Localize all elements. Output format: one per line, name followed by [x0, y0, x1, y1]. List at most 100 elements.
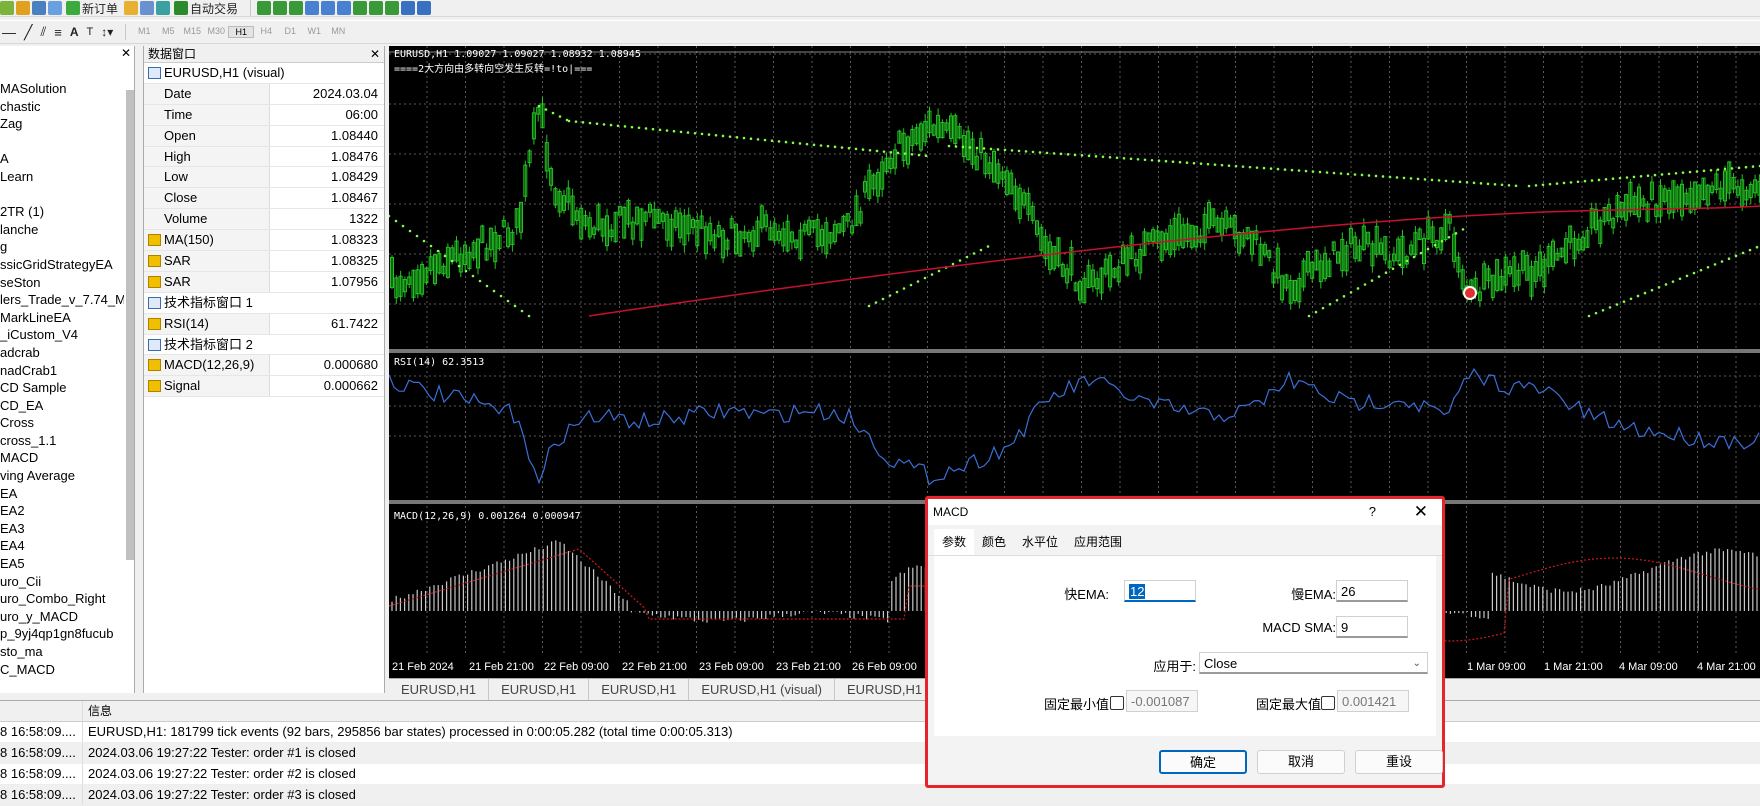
log-row[interactable]: 8 16:58:09.... 2024.03.06 19:27:22 Tester… [0, 785, 1760, 806]
log-row[interactable]: 8 16:58:09.... 2024.03.06 19:27:22 Tester… [0, 764, 1760, 785]
profiles-icon[interactable] [16, 1, 30, 15]
log-row[interactable]: 8 16:58:09.... EURUSD,H1: 181799 tick eve… [0, 722, 1760, 743]
navigator-icon[interactable] [32, 1, 46, 15]
timeframe-h1-button[interactable]: H1 [228, 26, 255, 38]
navigator-item[interactable] [0, 186, 124, 204]
navigator-item[interactable]: MACD [0, 449, 124, 467]
periods-icon[interactable] [401, 1, 416, 15]
navigator-item[interactable]: cross_1.1 [0, 432, 124, 450]
cancel-button[interactable]: 取消 [1257, 750, 1345, 774]
bar-chart-icon[interactable] [257, 1, 272, 15]
navigator-item[interactable]: p_9yj4qp1gn8fucub [0, 625, 124, 643]
timeframe-m15-button[interactable]: M15 [180, 26, 204, 38]
log-msg-header[interactable]: 信息 [83, 701, 1760, 721]
navigator-item[interactable]: Zag [0, 115, 124, 133]
timeframe-d1-button[interactable]: D1 [278, 26, 302, 38]
timeframe-mn-button[interactable]: MN [326, 26, 350, 38]
navigator-item[interactable]: MarkLineEA [0, 309, 124, 327]
navigator-item[interactable]: EA2 [0, 502, 124, 520]
text-label-icon[interactable]: T [85, 23, 96, 41]
navigator-item[interactable]: ssicGridStrategyEA [0, 256, 124, 274]
timeframe-m30-button[interactable]: M30 [204, 26, 228, 38]
navigator-item[interactable]: chastic [0, 98, 124, 116]
channel-icon[interactable]: ⫽ [38, 23, 48, 41]
navigator-item[interactable]: EA [0, 485, 124, 503]
slow-ema-input[interactable]: 26 [1336, 580, 1408, 602]
navigator-item[interactable]: seSton [0, 274, 124, 292]
close-icon[interactable]: ✕ [121, 46, 131, 60]
navigator-item[interactable]: lanche [0, 221, 124, 239]
timeframe-m5-button[interactable]: M5 [156, 26, 180, 38]
dialog-tab[interactable]: 参数 [934, 529, 975, 555]
navigator-item[interactable]: Learn [0, 168, 124, 186]
zoom-in-icon[interactable] [305, 1, 320, 15]
line-chart-icon[interactable] [289, 1, 304, 15]
signals-icon[interactable] [140, 1, 155, 15]
arrows-icon[interactable]: ↕▾ [99, 23, 115, 41]
close-icon[interactable]: ✕ [370, 46, 380, 62]
new-chart-icon[interactable] [0, 1, 14, 15]
navigator-item[interactable]: g [0, 238, 124, 256]
scroll-end-icon[interactable] [353, 1, 368, 15]
log-time-header[interactable] [0, 701, 83, 721]
chart-tab[interactable]: EURUSD,H1 [389, 679, 490, 701]
navigator-item[interactable] [0, 133, 124, 151]
navigator-item[interactable]: EA3 [0, 520, 124, 538]
templates-icon[interactable] [417, 1, 432, 15]
navigator-item[interactable]: uro_y_MACD [0, 608, 124, 626]
indicators-icon[interactable] [385, 1, 400, 15]
chart-tab[interactable]: EURUSD,H1 [489, 679, 590, 701]
navigator-item[interactable]: 2TR (1) [0, 203, 124, 221]
navigator-item[interactable]: EA5 [0, 555, 124, 573]
reset-button[interactable]: 重设 [1355, 750, 1443, 774]
navigator-item[interactable]: CD Sample [0, 379, 124, 397]
tile-windows-icon[interactable] [337, 1, 352, 15]
fixed-max-checkbox[interactable] [1321, 696, 1335, 710]
navigator-item[interactable]: MASolution [0, 80, 124, 98]
market-icon[interactable] [156, 1, 171, 15]
auto-trading-button[interactable]: 自动交易 [172, 0, 240, 17]
navigator-item[interactable]: EA4 [0, 537, 124, 555]
trendline-icon[interactable]: ╱ [22, 23, 34, 41]
navigator-item[interactable]: ving Average [0, 467, 124, 485]
fixed-min-checkbox[interactable] [1110, 696, 1124, 710]
help-icon[interactable]: ? [1369, 499, 1376, 525]
chart-tab[interactable]: EURUSD,H1 [589, 679, 690, 701]
dialog-tab[interactable]: 应用范围 [1066, 529, 1130, 555]
navigator-scrollbar[interactable] [126, 90, 134, 560]
meta-editor-icon[interactable] [124, 1, 139, 15]
terminal-icon[interactable] [48, 1, 62, 15]
navigator-item[interactable]: adcrab [0, 344, 124, 362]
fast-ema-input[interactable]: 12 [1124, 580, 1196, 602]
apply-to-select[interactable]: Close ⌄ [1199, 652, 1428, 674]
chart-tab[interactable]: EURUSD,H1 (visual) [689, 679, 836, 701]
navigator-item[interactable]: _iCustom_V4 [0, 326, 124, 344]
fixed-min-input[interactable]: -0.001087 [1126, 690, 1198, 712]
macd-sma-input[interactable]: 9 [1336, 616, 1408, 638]
close-icon[interactable]: ✕ [1414, 499, 1428, 525]
navigator-item[interactable]: C_MACD [0, 661, 124, 679]
ok-button[interactable]: 确定 [1159, 750, 1247, 774]
navigator-item[interactable]: CD_EA [0, 397, 124, 415]
dialog-tab[interactable]: 颜色 [974, 529, 1014, 555]
navigator-item[interactable]: Cross [0, 414, 124, 432]
navigator-item[interactable]: A [0, 150, 124, 168]
chart-shift-icon[interactable] [369, 1, 384, 15]
log-row[interactable]: 8 16:58:09.... 2024.03.06 19:27:22 Tester… [0, 743, 1760, 764]
fixed-max-input[interactable]: 0.001421 [1337, 690, 1409, 712]
navigator-item[interactable]: sto_ma [0, 643, 124, 661]
crosshair-icon[interactable]: — [0, 23, 18, 41]
navigator-item[interactable]: uro_Combo_Right [0, 590, 124, 608]
navigator-item[interactable]: uro_Cii [0, 573, 124, 591]
new-order-button[interactable]: 新订单 [64, 0, 120, 17]
navigator-item[interactable]: lers_Trade_v_7.74_M [0, 291, 124, 309]
timeframe-m1-button[interactable]: M1 [132, 26, 156, 38]
candlestick-icon[interactable] [273, 1, 288, 15]
timeframe-h4-button[interactable]: H4 [254, 26, 278, 38]
text-icon[interactable]: A [68, 23, 81, 41]
zoom-out-icon[interactable] [321, 1, 336, 15]
fibonacci-icon[interactable]: ≡ [52, 23, 64, 41]
timeframe-w1-button[interactable]: W1 [302, 26, 326, 38]
navigator-item[interactable]: nadCrab1 [0, 362, 124, 380]
dialog-tab[interactable]: 水平位 [1014, 529, 1066, 555]
